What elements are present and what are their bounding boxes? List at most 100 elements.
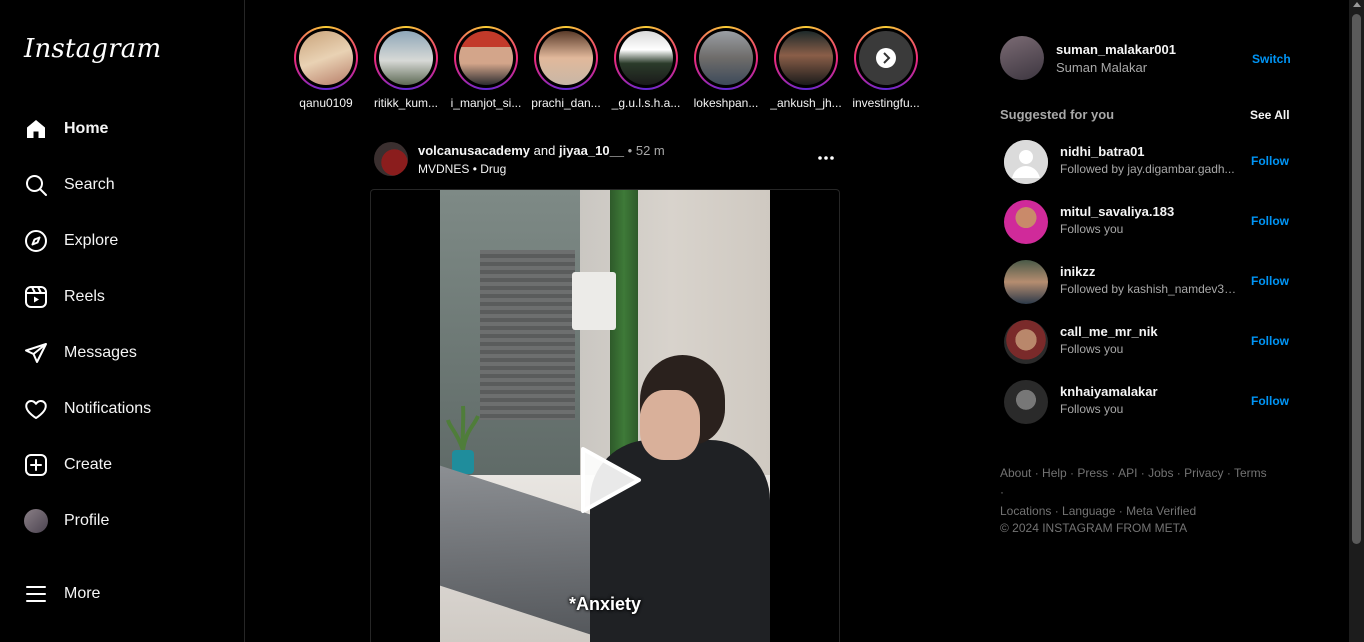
nav-more[interactable]: More — [12, 570, 232, 618]
suggestions-title: Suggested for you — [1000, 107, 1115, 122]
footer-links: About · Help · Press · API · Jobs · Priv… — [1000, 464, 1270, 521]
current-user-avatar[interactable] — [1000, 36, 1044, 80]
nav-create[interactable]: Create — [12, 441, 232, 489]
story-item[interactable]: qanu0109 — [290, 26, 362, 110]
nav-explore[interactable]: Explore — [12, 217, 232, 265]
footer-link-help[interactable]: Help — [1042, 466, 1067, 480]
suggestion-subtitle: Followed by jay.digambar.gadh... — [1060, 162, 1235, 176]
page-scrollbar[interactable] — [1349, 0, 1364, 642]
follow-button[interactable]: Follow — [1251, 154, 1289, 168]
nav-reels[interactable]: Reels — [12, 273, 232, 321]
home-icon — [24, 117, 48, 141]
story-ring — [614, 26, 678, 90]
suggestion-username[interactable]: mitul_savaliya.183 — [1060, 204, 1174, 219]
see-all-button[interactable]: See All — [1250, 108, 1290, 122]
instagram-logo[interactable]: Instagram — [24, 34, 161, 64]
footer-link-about[interactable]: About — [1000, 466, 1031, 480]
story-item[interactable]: ritikk_kum... — [370, 26, 442, 110]
nav-reels-label: Reels — [64, 288, 105, 305]
story-username: ritikk_kum... — [373, 96, 438, 110]
stories-tray: qanu0109 ritikk_kum... i_manjot_si... pr… — [290, 26, 930, 116]
footer-separator: · — [1066, 466, 1078, 480]
post-audio-line[interactable]: MVDNES • Drug — [418, 162, 506, 176]
story-item[interactable]: prachi_dan... — [530, 26, 602, 110]
story-ring — [854, 26, 918, 90]
nav-home[interactable]: Home — [12, 105, 232, 153]
footer-link-terms[interactable]: Terms — [1234, 466, 1267, 480]
story-username: i_manjot_si... — [450, 96, 522, 110]
chevron-right-icon — [876, 48, 896, 68]
scrollbar-thumb[interactable] — [1352, 14, 1361, 544]
suggestion-item: nidhi_batra01 Followed by jay.digambar.g… — [1004, 140, 1290, 184]
post-video[interactable]: *Anxiety — [440, 190, 770, 642]
post-header: volcanusacademy and jiyaa_10__ • 52 m MV… — [372, 140, 840, 182]
suggestion-avatar[interactable] — [1004, 320, 1048, 364]
suggestion-avatar[interactable] — [1004, 380, 1048, 424]
footer-link-meta-verified[interactable]: Meta Verified — [1126, 504, 1196, 518]
scroll-up-arrow-icon[interactable] — [1353, 2, 1361, 7]
post-author-link[interactable]: volcanusacademy — [418, 143, 530, 158]
post-audio-dot: • — [472, 162, 477, 176]
nav-more-label: More — [64, 585, 101, 602]
story-username: qanu0109 — [299, 96, 353, 110]
suggestion-username[interactable]: nidhi_batra01 — [1060, 144, 1145, 159]
post-author-avatar[interactable] — [374, 142, 408, 176]
footer-separator: · — [1173, 466, 1185, 480]
follow-button[interactable]: Follow — [1251, 274, 1289, 288]
story-ring — [294, 26, 358, 90]
post-audio-track: Drug — [480, 162, 507, 176]
current-username[interactable]: suman_malakar001 — [1056, 42, 1176, 57]
story-item[interactable]: lokeshpan... — [690, 26, 762, 110]
suggestion-item: inikzz Followed by kashish_namdev30 ... … — [1004, 260, 1290, 304]
nav-profile[interactable]: Profile — [12, 497, 232, 545]
story-item[interactable]: _ankush_jh... — [770, 26, 842, 110]
story-username: investingfu... — [852, 96, 920, 110]
footer-link-press[interactable]: Press — [1077, 466, 1108, 480]
suggestion-username[interactable]: inikzz — [1060, 264, 1095, 279]
suggestion-subtitle: Follows you — [1060, 342, 1124, 356]
follow-button[interactable]: Follow — [1251, 394, 1289, 408]
nav-notifications[interactable]: Notifications — [12, 385, 232, 433]
story-ring — [454, 26, 518, 90]
post-coauthor-link[interactable]: jiyaa_10__ — [559, 143, 624, 158]
suggestion-item: mitul_savaliya.183 Follows you Follow — [1004, 200, 1290, 244]
post-audio-artist: MVDNES — [418, 162, 470, 176]
nav-search[interactable]: Search — [12, 161, 232, 209]
footer-link-jobs[interactable]: Jobs — [1148, 466, 1173, 480]
post-time[interactable]: 52 m — [636, 143, 665, 158]
suggestion-username[interactable]: knhaiyamalakar — [1060, 384, 1158, 399]
footer-link-api[interactable]: API — [1118, 466, 1137, 480]
nav-profile-label: Profile — [64, 512, 110, 529]
heart-icon — [24, 397, 48, 421]
story-item[interactable]: _g.u.l.s.h.a... — [610, 26, 682, 110]
footer-link-language[interactable]: Language — [1062, 504, 1115, 518]
story-item[interactable]: i_manjot_si... — [450, 26, 522, 110]
story-item[interactable]: investingfu... — [850, 26, 922, 110]
follow-button[interactable]: Follow — [1251, 334, 1289, 348]
suggestion-item: knhaiyamalakar Follows you Follow — [1004, 380, 1290, 424]
plus-square-icon — [24, 453, 48, 477]
profile-avatar — [24, 509, 48, 533]
default-avatar-icon[interactable] — [1004, 140, 1048, 184]
play-icon[interactable] — [575, 445, 645, 515]
follow-button[interactable]: Follow — [1251, 214, 1289, 228]
nav-messages[interactable]: Messages — [12, 329, 232, 377]
nav-search-label: Search — [64, 176, 115, 193]
more-options-icon[interactable] — [814, 148, 838, 168]
story-username: lokeshpan... — [693, 96, 759, 110]
post-media: *Anxiety — [370, 189, 840, 642]
footer-link-locations[interactable]: Locations — [1000, 504, 1051, 518]
suggestion-subtitle: Followed by kashish_namdev30 ... — [1060, 282, 1240, 296]
nav-notifications-label: Notifications — [64, 400, 152, 417]
video-caption: *Anxiety — [568, 594, 642, 614]
reels-icon — [24, 285, 48, 309]
current-full-name: Suman Malakar — [1056, 60, 1148, 75]
suggestion-avatar[interactable] — [1004, 200, 1048, 244]
suggestion-avatar[interactable] — [1004, 260, 1048, 304]
switch-account-button[interactable]: Switch — [1252, 52, 1291, 66]
footer-link-privacy[interactable]: Privacy — [1184, 466, 1223, 480]
nav-explore-label: Explore — [64, 232, 119, 249]
suggestion-item: call_me_mr_nik Follows you Follow — [1004, 320, 1290, 364]
suggestion-username[interactable]: call_me_mr_nik — [1060, 324, 1158, 339]
story-username: _g.u.l.s.h.a... — [611, 96, 681, 110]
